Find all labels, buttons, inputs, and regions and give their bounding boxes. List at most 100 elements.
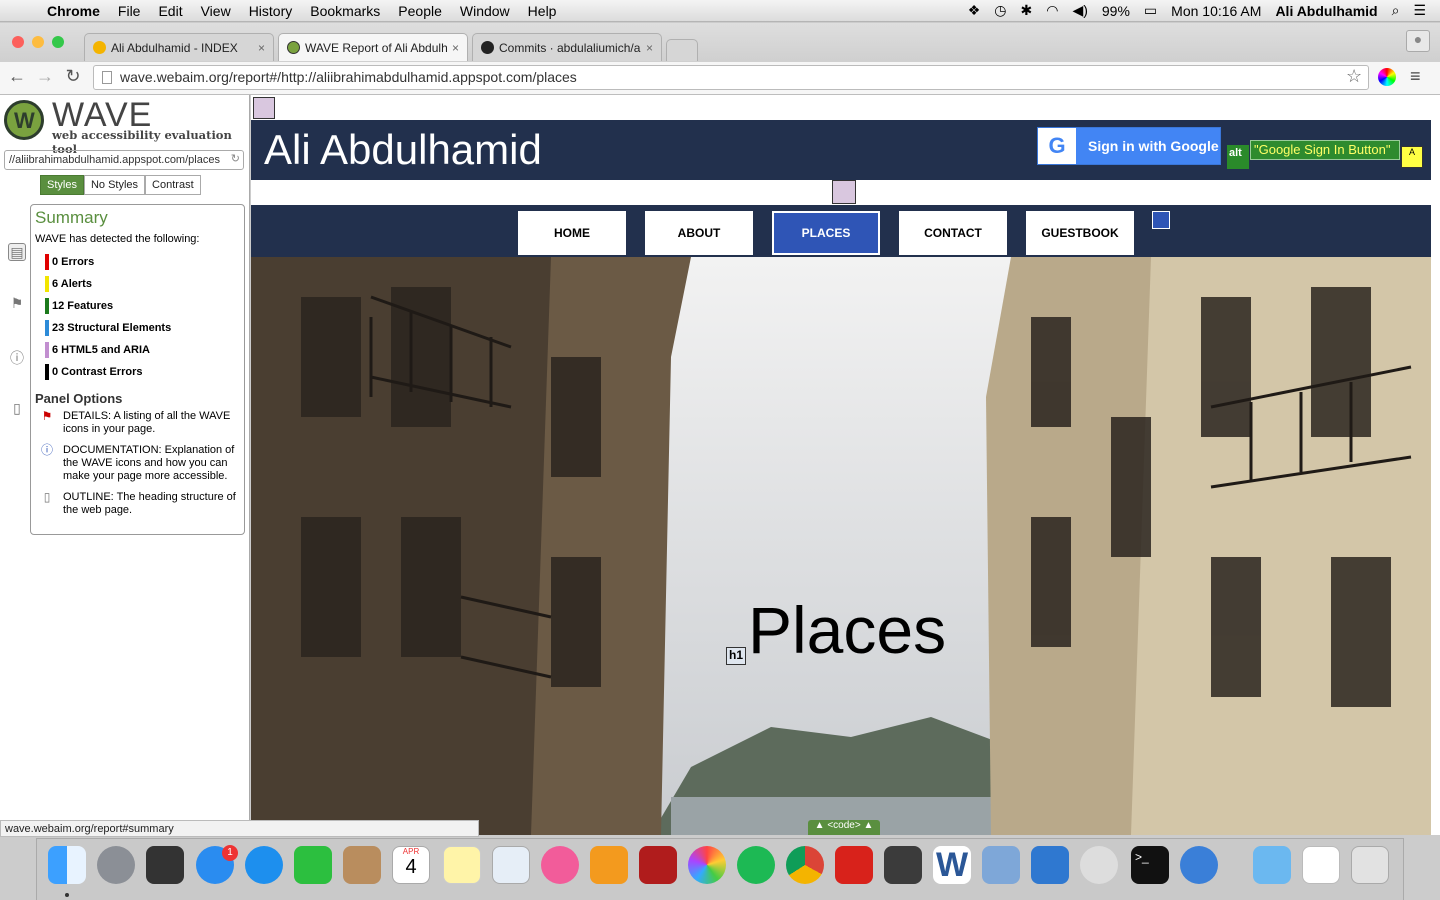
google-logo-icon: G xyxy=(1038,128,1076,164)
xcode-icon[interactable] xyxy=(1031,846,1069,884)
spotify-icon[interactable] xyxy=(737,846,775,884)
menu-file[interactable]: File xyxy=(109,3,150,19)
close-icon[interactable]: × xyxy=(646,41,653,55)
bookmark-star-icon[interactable]: ☆ xyxy=(1346,66,1362,87)
panel-option-details[interactable]: ⚑ DETAILS: A listing of all the WAVE icon… xyxy=(35,410,240,436)
zoom-window-button[interactable] xyxy=(52,36,64,48)
wave-alt-text-icon[interactable]: alt xyxy=(1227,145,1249,169)
tab-wave-report[interactable]: WAVE Report of Ali Abdulh × xyxy=(278,33,468,61)
word-icon[interactable]: W xyxy=(933,846,971,884)
photo-booth-icon[interactable] xyxy=(639,846,677,884)
menu-bar: Chrome File Edit View History Bookmarks … xyxy=(0,0,1440,22)
chrome-menu-icon[interactable]: ≡ xyxy=(1410,66,1421,87)
dropbox-icon[interactable]: ❖ xyxy=(968,2,981,19)
summary-title: Summary xyxy=(35,208,108,227)
image-capture-icon[interactable] xyxy=(982,846,1020,884)
error-color-bar xyxy=(45,254,49,270)
hero-image xyxy=(251,257,1431,835)
menu-app-chrome[interactable]: Chrome xyxy=(38,3,109,19)
photos-icon[interactable] xyxy=(688,846,726,884)
address-bar[interactable]: wave.webaim.org/report#/http://aliibrahi… xyxy=(93,65,1369,90)
wave-nav-structure-icon[interactable] xyxy=(832,180,856,204)
notification-center-icon[interactable]: ☰ xyxy=(1413,2,1426,19)
contacts-icon[interactable] xyxy=(343,846,381,884)
profile-icon[interactable]: ● xyxy=(1406,30,1430,52)
menu-history[interactable]: History xyxy=(240,3,302,19)
user-menu[interactable]: Ali Abdulhamid xyxy=(1275,3,1377,19)
launchpad-icon[interactable] xyxy=(97,846,135,884)
wave-alert-icon[interactable]: A xyxy=(1401,146,1423,168)
reload-icon[interactable]: ↻ xyxy=(62,66,84,87)
ibooks-icon[interactable] xyxy=(590,846,628,884)
menu-people[interactable]: People xyxy=(389,3,451,19)
google-sign-in-button[interactable]: G Sign in with Google xyxy=(1037,127,1221,165)
summary-html5-aria[interactable]: 6 HTML5 and ARIA xyxy=(35,339,240,361)
menu-view[interactable]: View xyxy=(192,3,240,19)
cyberduck-icon[interactable] xyxy=(1080,846,1118,884)
wave-structure-icon[interactable] xyxy=(253,97,275,119)
contrast-button[interactable]: Contrast xyxy=(145,175,201,195)
wave-url-field[interactable]: //aliibrahimabdulhamid.appspot.com/place… xyxy=(4,150,244,170)
nav-places[interactable]: PLACES xyxy=(772,211,880,255)
summary-features[interactable]: 12 Features xyxy=(35,295,240,317)
no-styles-button[interactable]: No Styles xyxy=(83,175,146,195)
tab-github-commits[interactable]: Commits · abdulaliumich/a × xyxy=(472,33,662,61)
close-window-button[interactable] xyxy=(12,36,24,48)
itunes-icon[interactable] xyxy=(541,846,579,884)
refresh-icon[interactable]: ↻ xyxy=(231,152,240,165)
summary-errors[interactable]: 0 Errors xyxy=(35,251,240,273)
finder-icon[interactable] xyxy=(48,846,86,884)
close-icon[interactable]: × xyxy=(258,41,265,55)
nav-guestbook[interactable]: GUESTBOOK xyxy=(1026,211,1134,255)
wifi-icon[interactable]: ◠ xyxy=(1046,2,1058,19)
code-toggle-tab[interactable]: ▲ <code> ▲ xyxy=(808,820,880,835)
spotlight-search-icon[interactable]: ⌕ xyxy=(1392,2,1400,19)
close-icon[interactable]: × xyxy=(452,41,459,55)
menu-edit[interactable]: Edit xyxy=(149,3,191,19)
summary-clipboard-icon[interactable]: ▤ xyxy=(8,243,26,261)
back-icon[interactable]: ← xyxy=(6,66,28,87)
minimize-window-button[interactable] xyxy=(32,36,44,48)
panel-option-documentation[interactable]: ⓘ DOCUMENTATION: Explanation of the WAVE … xyxy=(35,444,240,483)
wave-h1-icon[interactable]: h1 xyxy=(726,647,746,665)
notes-icon[interactable] xyxy=(443,846,481,884)
trash-icon[interactable] xyxy=(1351,846,1389,884)
sublime-text-icon[interactable] xyxy=(884,846,922,884)
gps-app-icon[interactable] xyxy=(1180,846,1218,884)
forward-icon[interactable]: → xyxy=(34,66,56,87)
volume-icon[interactable]: ◀) xyxy=(1072,2,1087,19)
summary-contrast[interactable]: 0 Contrast Errors xyxy=(35,361,240,383)
nav-contact[interactable]: CONTACT xyxy=(899,211,1007,255)
summary-alerts[interactable]: 6 Alerts xyxy=(35,273,240,295)
nav-home[interactable]: HOME xyxy=(518,211,626,255)
menu-window[interactable]: Window xyxy=(451,3,519,19)
documents-stack-icon[interactable] xyxy=(1302,846,1340,884)
time-machine-icon[interactable]: ◷ xyxy=(994,2,1006,19)
new-tab-button[interactable] xyxy=(666,39,698,61)
tab-index[interactable]: Ali Abdulhamid - INDEX × xyxy=(84,33,274,61)
battery-icon[interactable]: ▭ xyxy=(1144,2,1157,19)
chrome-icon[interactable] xyxy=(786,846,824,884)
outline-document-icon[interactable]: ▯ xyxy=(8,400,26,418)
menu-help[interactable]: Help xyxy=(519,3,566,19)
terminal-icon[interactable]: >_ xyxy=(1131,846,1169,884)
calendar-icon[interactable]: APR 4 xyxy=(392,846,430,884)
documentation-info-icon[interactable]: ⓘ xyxy=(8,348,26,366)
summary-structural[interactable]: 23 Structural Elements xyxy=(35,317,240,339)
preview-icon[interactable] xyxy=(492,846,530,884)
battery-percent[interactable]: 99% xyxy=(1102,3,1130,19)
downloads-folder-icon[interactable] xyxy=(1253,846,1291,884)
acrobat-icon[interactable] xyxy=(835,846,873,884)
wave-list-icon[interactable] xyxy=(1152,211,1170,229)
panel-option-outline[interactable]: ▯ OUTLINE: The heading structure of the w… xyxy=(35,491,240,517)
details-flag-icon[interactable]: ⚑ xyxy=(8,295,26,313)
mission-control-icon[interactable] xyxy=(146,846,184,884)
clock[interactable]: Mon 10:16 AM xyxy=(1171,3,1261,19)
color-picker-extension-icon[interactable] xyxy=(1378,68,1396,86)
nav-about[interactable]: ABOUT xyxy=(645,211,753,255)
safari-icon[interactable] xyxy=(245,846,283,884)
styles-button[interactable]: Styles xyxy=(40,175,84,195)
bluetooth-icon[interactable]: ✱ xyxy=(1021,2,1033,19)
facetime-icon[interactable] xyxy=(294,846,332,884)
menu-bookmarks[interactable]: Bookmarks xyxy=(301,3,389,19)
